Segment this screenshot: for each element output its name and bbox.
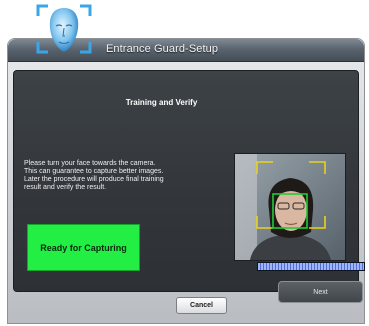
camera-preview: [234, 153, 346, 261]
instruction-line: Please turn your face towards the camera…: [24, 160, 156, 167]
instruction-line: This can guarantee to capture better ima…: [24, 168, 164, 175]
panel-title: Training and Verify: [125, 98, 198, 107]
training-panel: Training and Verify Please turn your fac…: [13, 70, 365, 303]
instruction-line: Later the procedure will produce final t…: [24, 176, 164, 183]
cancel-button[interactable]: Cancel: [176, 297, 227, 314]
capture-progress-bar: [257, 262, 365, 271]
progress-fill: [258, 263, 364, 270]
next-button[interactable]: Next: [278, 281, 363, 303]
window-title: Entrance Guard-Setup: [106, 43, 219, 55]
instruction-line: result and verify the result.: [24, 184, 107, 191]
setup-window: Entrance Guard-Setup Training and Verify…: [7, 38, 365, 324]
face-scan-icon: [34, 2, 94, 58]
instructions-text: Please turn your face towards the camera…: [24, 160, 229, 192]
capture-status-indicator: Ready for Capturing: [27, 224, 140, 271]
